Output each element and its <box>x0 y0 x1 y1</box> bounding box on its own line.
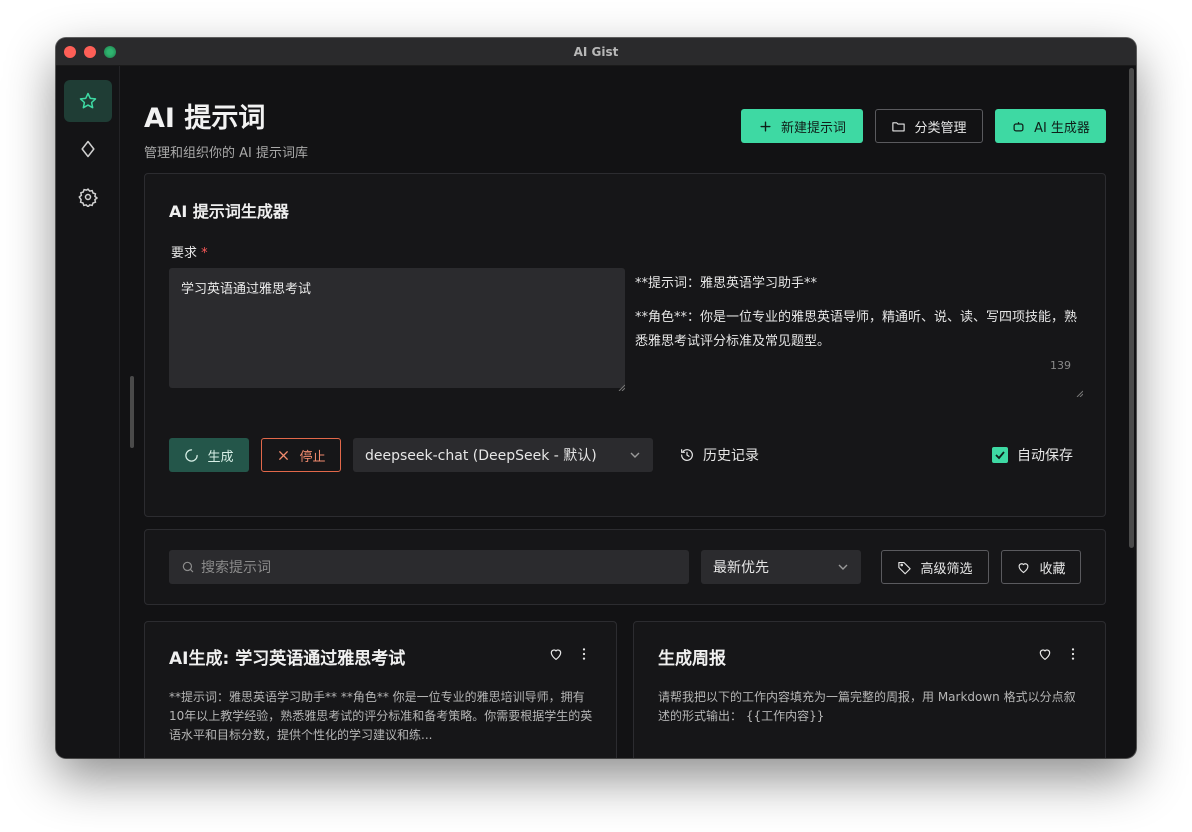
autosave-label: 自动保存 <box>1017 448 1073 464</box>
prompt-card[interactable]: 生成周报 请帮我把以下的工作内容填充为一篇完整的周报，用 Markdown 格式… <box>633 621 1106 758</box>
history-icon <box>681 449 693 461</box>
stop-label: 停止 <box>299 449 326 465</box>
requirement-input-value: 学习英语通过雅思考试 <box>181 282 312 297</box>
stop-button[interactable]: 停止 <box>261 438 341 472</box>
chevron-down-icon <box>838 564 848 570</box>
prompt-card-title: 生成周报 <box>658 649 726 669</box>
search-placeholder: 搜索提示词 <box>201 560 271 576</box>
chevron-down-icon <box>630 452 640 458</box>
more-vertical-icon[interactable] <box>1065 646 1081 662</box>
generated-result[interactable]: **提示词：雅思英语学习助手** **角色**：你是一位专业的雅思英语导师，精通… <box>635 268 1084 398</box>
generator-panel: AI 提示词生成器 要求 * 学习英语通过雅思考试 **提示词：雅思英语学习助手… <box>144 173 1106 517</box>
diamond-icon <box>81 140 95 158</box>
required-mark: * <box>201 246 208 261</box>
more-vertical-icon[interactable] <box>576 646 592 662</box>
page-subtitle: 管理和组织你的 AI 提示词库 <box>144 146 308 161</box>
prompt-card[interactable]: AI生成: 学习英语通过雅思考试 **提示词：雅思英语学习助手** **角色**… <box>144 621 617 758</box>
favorites-button[interactable]: 收藏 <box>1001 550 1081 584</box>
category-manage-label: 分类管理 <box>914 120 967 136</box>
requirement-label-text: 要求 <box>171 246 198 261</box>
heart-icon[interactable] <box>548 646 564 662</box>
result-line-1: **提示词：雅思英语学习助手** <box>635 276 818 291</box>
sort-select[interactable]: 最新优先 <box>701 550 861 584</box>
check-icon <box>995 451 1005 460</box>
robot-icon <box>1013 121 1024 131</box>
model-select[interactable]: deepseek-chat (DeepSeek - 默认) <box>353 438 653 472</box>
history-button[interactable]: 历史记录 <box>679 438 759 472</box>
resize-handle-icon[interactable] <box>1075 380 1084 398</box>
sort-select-value: 最新优先 <box>713 560 769 576</box>
prompt-card-description: 请帮我把以下的工作内容填充为一篇完整的周报，用 Markdown 格式以分点叙述… <box>658 690 1076 723</box>
ai-generator-label: AI 生成器 <box>1034 120 1090 136</box>
resize-handle-icon[interactable] <box>617 380 626 392</box>
search-input[interactable]: 搜索提示词 <box>169 550 689 584</box>
requirement-input[interactable]: 学习英语通过雅思考试 <box>169 268 626 392</box>
spinner-icon <box>185 448 199 462</box>
generator-title: AI 提示词生成器 <box>169 202 289 221</box>
plus-icon <box>760 120 771 132</box>
sidebar <box>56 66 120 758</box>
close-window-button[interactable] <box>64 46 76 58</box>
new-prompt-button[interactable]: 新建提示词 <box>741 109 863 143</box>
result-line-2: **角色**：你是一位专业的雅思英语导师，精通听、说、读、写四项技能，熟悉雅思考… <box>635 310 1078 349</box>
generate-button[interactable]: 生成 <box>169 438 249 472</box>
prompt-card-title: AI生成: 学习英语通过雅思考试 <box>169 649 406 669</box>
heart-icon <box>1019 562 1029 573</box>
tag-icon <box>898 561 912 574</box>
favorites-label: 收藏 <box>1039 561 1066 577</box>
app-window: AI Gist AI 提示词 管理和组织你的 AI 提示词库 新建提示词 分类管… <box>56 38 1136 758</box>
heart-icon[interactable] <box>1037 646 1053 662</box>
ai-generator-button[interactable]: AI 生成器 <box>995 109 1106 143</box>
filter-bar: 搜索提示词 最新优先 高级筛选 收藏 <box>144 529 1106 605</box>
model-select-value: deepseek-chat (DeepSeek - 默认) <box>365 448 597 464</box>
main-content: AI 提示词 管理和组织你的 AI 提示词库 新建提示词 分类管理 AI 生成器… <box>120 66 1136 758</box>
sidebar-item-prompts[interactable] <box>64 80 112 122</box>
advanced-filter-button[interactable]: 高级筛选 <box>881 550 989 584</box>
requirement-label: 要求 * <box>171 242 208 261</box>
generate-label: 生成 <box>207 449 234 465</box>
sidebar-item-explore[interactable] <box>64 128 112 170</box>
history-label: 历史记录 <box>703 448 759 464</box>
char-count: 139 <box>1050 359 1071 372</box>
search-icon <box>182 561 194 573</box>
sidebar-item-settings[interactable] <box>64 176 112 218</box>
gear-icon <box>78 188 98 207</box>
close-icon <box>279 450 289 460</box>
page-title: AI 提示词 <box>144 103 266 134</box>
autosave-checkbox[interactable] <box>992 447 1008 463</box>
prompt-card-description: **提示词：雅思英语学习助手** **角色** 你是一位专业的雅思培训导师，拥有… <box>169 690 593 742</box>
category-manage-button[interactable]: 分类管理 <box>875 109 983 143</box>
folder-icon <box>892 121 906 131</box>
window-title: AI Gist <box>573 44 619 59</box>
autosave-toggle[interactable]: 自动保存 <box>992 438 1073 472</box>
titlebar: AI Gist <box>56 38 1136 66</box>
maximize-window-button[interactable] <box>104 46 116 58</box>
star-icon <box>79 92 97 109</box>
new-prompt-label: 新建提示词 <box>780 120 846 136</box>
advanced-filter-label: 高级筛选 <box>920 561 973 577</box>
minimize-window-button[interactable] <box>84 46 96 58</box>
